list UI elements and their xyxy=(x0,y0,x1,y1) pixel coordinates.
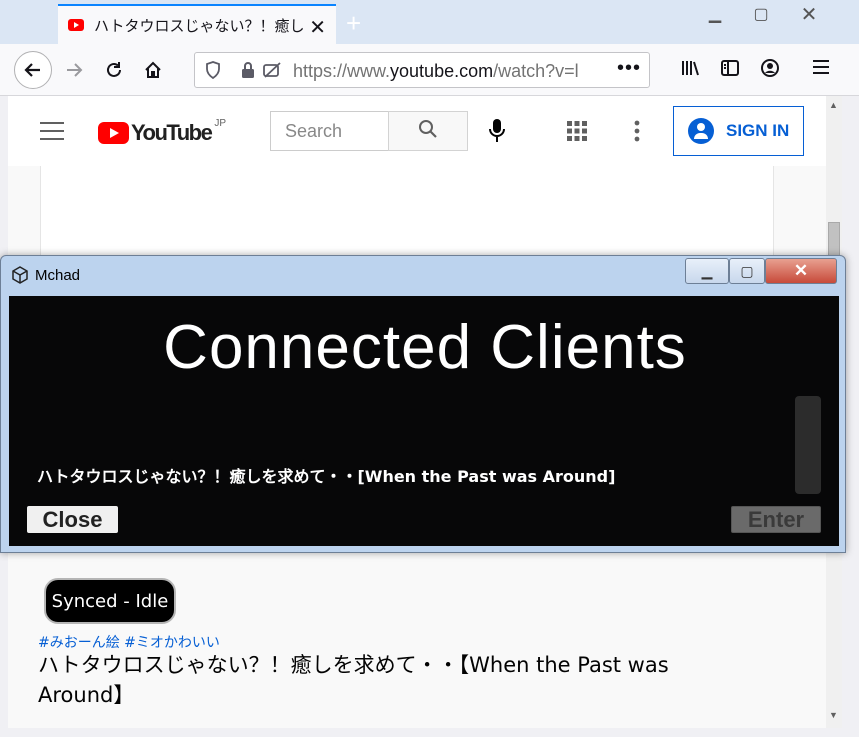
youtube-logo[interactable]: YouTube JP xyxy=(98,117,227,146)
youtube-header: YouTube JP Search SIGN IN xyxy=(8,96,826,166)
close-window-icon[interactable]: ✕ xyxy=(786,0,832,28)
search-button[interactable] xyxy=(388,111,468,151)
mchad-minimize-icon[interactable]: ▁ xyxy=(685,258,729,284)
menu-icon[interactable] xyxy=(812,58,830,81)
lock-icon[interactable] xyxy=(241,61,255,84)
status-badge: Synced - Idle xyxy=(44,578,176,624)
close-tab-icon[interactable]: ✕ xyxy=(309,15,326,40)
mchad-close-icon[interactable]: ✕ xyxy=(765,258,837,284)
sign-in-button[interactable]: SIGN IN xyxy=(673,106,804,156)
navigation-toolbar: https://www.youtube.com/watch?v=l ••• xyxy=(0,44,859,96)
library-icon[interactable] xyxy=(680,58,700,84)
tab-strip: ハトタウロスじゃない？！癒し ✕ + ▁ ▢ ✕ xyxy=(0,0,859,44)
guide-menu-icon[interactable] xyxy=(40,122,64,140)
mchad-scrollbar[interactable] xyxy=(795,396,821,494)
mchad-window: Mchad ▁ ▢ ✕ Connected Clients ハトタウロスじゃない… xyxy=(0,255,846,553)
connected-clients-heading: Connected Clients xyxy=(163,313,687,382)
video-title: ハトタウロスじゃない？！癒しを求めて・・【When the Past was A… xyxy=(38,653,669,707)
track-title: ハトタウロスじゃない？！癒しを求めて・・[When the Past was A… xyxy=(37,467,616,486)
video-player-area[interactable] xyxy=(40,166,774,266)
enter-button[interactable]: Enter xyxy=(731,506,821,533)
apps-grid-icon[interactable] xyxy=(567,121,587,146)
settings-more-icon[interactable] xyxy=(634,120,640,147)
sidebar-icon[interactable] xyxy=(720,58,740,84)
mchad-window-title: Mchad xyxy=(35,267,81,284)
sign-in-label: SIGN IN xyxy=(726,121,790,140)
scroll-down-icon[interactable]: ▼ xyxy=(829,710,838,720)
browser-tab[interactable]: ハトタウロスじゃない？！癒し ✕ xyxy=(58,4,336,44)
tab-title: ハトタウロスじゃない？！癒し xyxy=(94,16,304,35)
shield-icon[interactable] xyxy=(205,61,221,84)
region-code: JP xyxy=(214,117,227,129)
search-input[interactable]: Search xyxy=(270,111,388,151)
youtube-play-icon xyxy=(98,122,129,144)
scrollbar-thumb[interactable] xyxy=(828,222,840,256)
new-tab-icon[interactable]: + xyxy=(346,8,361,39)
account-circle-icon xyxy=(688,118,714,144)
maximize-window-icon[interactable]: ▢ xyxy=(738,0,784,28)
youtube-favicon-icon xyxy=(68,19,84,31)
search-icon xyxy=(418,119,438,144)
page-actions-icon[interactable]: ••• xyxy=(617,57,641,80)
video-hashtags[interactable]: #みおーん絵 #ミオかわいい xyxy=(38,632,220,652)
url-text: https://www.youtube.com/watch?v=l xyxy=(293,61,579,81)
mchad-titlebar[interactable]: Mchad ▁ ▢ ✕ xyxy=(1,256,845,294)
close-button[interactable]: Close xyxy=(27,506,118,533)
logo-text: YouTube xyxy=(131,120,213,145)
unity-app-icon xyxy=(11,266,29,289)
mchad-maximize-icon[interactable]: ▢ xyxy=(729,258,765,284)
minimize-window-icon[interactable]: ▁ xyxy=(692,0,738,28)
account-icon[interactable] xyxy=(760,58,780,84)
forward-icon[interactable] xyxy=(58,54,90,86)
home-icon[interactable] xyxy=(137,54,169,86)
address-bar[interactable]: https://www.youtube.com/watch?v=l ••• xyxy=(194,52,650,88)
reload-icon[interactable] xyxy=(98,54,130,86)
microphone-icon[interactable] xyxy=(488,118,506,149)
mchad-panel: Connected Clients ハトタウロスじゃない？！癒しを求めて・・[W… xyxy=(9,296,839,546)
tracking-icon[interactable] xyxy=(263,61,283,84)
back-icon[interactable] xyxy=(14,51,52,89)
scroll-up-icon[interactable]: ▲ xyxy=(829,100,838,110)
